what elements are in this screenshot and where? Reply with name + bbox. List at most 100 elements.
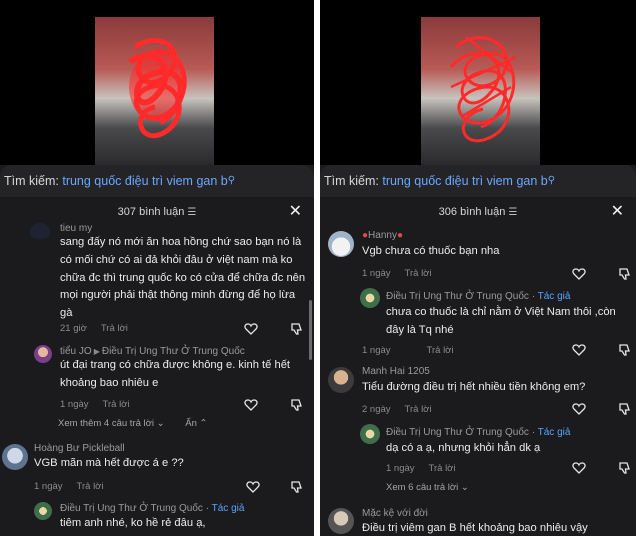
author-name[interactable]: Hanny: [368, 230, 397, 241]
search-label: Tìm kiếm:: [4, 174, 59, 188]
video-area[interactable]: [320, 0, 636, 165]
video-thumbnail: [421, 17, 540, 165]
thumbs-down-icon[interactable]: [290, 480, 304, 494]
search-suggestion-bar[interactable]: Tìm kiếm: trung quốc điệu trì viem gan b…: [320, 165, 636, 197]
comment-meta: 1 ngày Trả lời: [34, 481, 104, 492]
chevron-up-icon: ⌃: [196, 418, 208, 429]
heart-outline-icon[interactable]: [244, 322, 258, 336]
avatar[interactable]: [360, 424, 380, 444]
avatar[interactable]: [328, 367, 354, 393]
heart-outline-icon[interactable]: [244, 398, 258, 412]
comment-time: 1 ngày: [362, 345, 391, 356]
filter-icon[interactable]: ☰: [508, 207, 517, 218]
comments-header: 307 bình luận ☰ ✕: [0, 200, 314, 224]
heart-outline-icon[interactable]: [572, 343, 586, 357]
thumbs-down-icon[interactable]: [290, 398, 304, 412]
avatar[interactable]: [328, 231, 354, 257]
search-query-link[interactable]: trung quốc điệu trì viem gan b: [62, 174, 227, 188]
chevron-down-icon: ⌄: [154, 418, 165, 429]
search-icon[interactable]: ⚲: [228, 175, 235, 186]
search-suggestion-bar[interactable]: Tìm kiếm: trung quốc điệu trì viem gan b…: [0, 165, 314, 197]
comment-text: sang đấy nó mới ăn hoa hồng chứ sao bạn …: [60, 236, 306, 320]
comment-time: 21 giờ: [60, 323, 87, 334]
comment-author[interactable]: Mặc kệ với đời: [362, 508, 428, 519]
avatar[interactable]: [34, 345, 52, 363]
filter-icon[interactable]: ☰: [187, 207, 196, 218]
search-icon[interactable]: ⚲: [548, 175, 555, 186]
reply-button[interactable]: Trả lời: [101, 323, 128, 334]
reply-button[interactable]: Trả lời: [405, 268, 432, 279]
comment-author[interactable]: Manh Hai 1205: [362, 366, 430, 377]
comments-header: 306 bình luận ☰ ✕: [320, 200, 636, 224]
comment-author[interactable]: Điều Trị Ung Thư Ở Trung Quốc · Tác giả: [386, 427, 570, 438]
comment-text: út đại trang có chữa được không e. kinh …: [60, 359, 291, 389]
heart-outline-icon[interactable]: [572, 402, 586, 416]
thumbs-down-icon[interactable]: [618, 267, 632, 281]
red-scribble-redaction: [128, 38, 187, 139]
author-badge: Tác giả: [211, 503, 245, 514]
comment-text: Vgb chưa có thuốc bạn nha: [362, 245, 500, 257]
comment-meta: 1 ngày Trả lời: [60, 399, 130, 410]
reply-button[interactable]: Trả lời: [77, 481, 104, 492]
scrollbar[interactable]: [309, 300, 312, 360]
comment-time: 2 ngày: [362, 404, 391, 415]
comment-time: 1 ngày: [386, 463, 415, 474]
close-icon[interactable]: ✕: [611, 200, 624, 224]
avatar[interactable]: [328, 508, 354, 534]
comment-author[interactable]: ●Hanny●: [362, 230, 403, 241]
view-more-replies[interactable]: Xem thêm 4 câu trả lời ⌄ Ẩn ⌃: [58, 418, 207, 429]
comment-meta: 21 giờ Trả lời: [60, 323, 128, 334]
view-more-label[interactable]: Xem thêm 4 câu trả lời: [58, 418, 154, 429]
reply-arrow-icon: ▶: [93, 347, 100, 356]
comment-meta: 1 ngày Trả lời: [362, 268, 432, 279]
comment-time: 1 ngày: [362, 268, 391, 279]
comment-author[interactable]: tieu my: [60, 223, 92, 234]
reply-button[interactable]: Trả lời: [429, 463, 456, 474]
comment-meta: 2 ngày Trả lời: [362, 404, 432, 415]
author-name[interactable]: Điều Trị Ung Thư Ở Trung Quốc: [60, 503, 203, 514]
comment-text: Điều trị viêm gan B hết khoảng bao nhiêu…: [362, 522, 588, 534]
comment-author[interactable]: tiểu JO ▶ Điều Trị Ung Thư Ở Trung Quốc: [60, 346, 245, 357]
hide-replies-button[interactable]: Ẩn: [185, 418, 197, 429]
reply-button[interactable]: Trả lời: [427, 345, 454, 356]
reply-to-name[interactable]: Điều Trị Ung Thư Ở Trung Quốc: [102, 346, 245, 357]
close-icon[interactable]: ✕: [289, 200, 302, 224]
heart-outline-icon[interactable]: [572, 267, 586, 281]
comment-text: Tiểu đường điều trị hết nhiều tiền không…: [362, 381, 586, 393]
avatar[interactable]: [34, 502, 52, 520]
reply-author-name[interactable]: tiểu JO: [60, 346, 92, 357]
avatar[interactable]: [360, 288, 380, 308]
comment-text: tiêm anh nhé, ko hề rẻ đâu ạ,: [60, 517, 206, 529]
heart-outline-icon[interactable]: [572, 461, 586, 475]
right-screenshot-panel: Tìm kiếm: trung quốc điệu trì viem gan b…: [320, 0, 636, 536]
thumbs-down-icon[interactable]: [618, 461, 632, 475]
thumbs-down-icon[interactable]: [618, 402, 632, 416]
comment-meta: 1 ngày Trả lời: [386, 463, 456, 474]
comment-author[interactable]: Hoàng Bư Pickleball: [34, 443, 125, 454]
comments-count: 307 bình luận: [117, 206, 185, 218]
comment-text: dạ có a ạ, nhưng khỏi hẳn dk ạ: [386, 442, 541, 454]
comment-author[interactable]: Điều Trị Ung Thư Ở Trung Quốc · Tác giả: [386, 291, 570, 302]
thumbs-down-icon[interactable]: [618, 343, 632, 357]
view-more-label[interactable]: Xem 6 câu trả lời: [386, 482, 458, 493]
author-name[interactable]: Điều Trị Ung Thư Ở Trung Quốc: [386, 427, 529, 438]
red-scribble-redaction: [449, 36, 517, 143]
video-thumbnail: [95, 17, 214, 165]
comment-time: 1 ngày: [60, 399, 89, 410]
comment-time: 1 ngày: [34, 481, 63, 492]
avatar[interactable]: [30, 223, 50, 239]
search-query-link[interactable]: trung quốc điệu trì viem gan b: [382, 174, 547, 188]
video-area[interactable]: [0, 0, 314, 165]
thumbs-down-icon[interactable]: [290, 322, 304, 336]
avatar[interactable]: [2, 444, 28, 470]
author-badge: Tác giả: [537, 427, 571, 438]
reply-button[interactable]: Trả lời: [103, 399, 130, 410]
reply-button[interactable]: Trả lời: [405, 404, 432, 415]
heart-outline-icon[interactable]: [246, 480, 260, 494]
author-name[interactable]: Điều Trị Ung Thư Ở Trung Quốc: [386, 291, 529, 302]
view-more-replies[interactable]: Xem 6 câu trả lời ⌄: [386, 482, 469, 493]
comment-meta: 1 ngày Trả lời: [362, 345, 454, 356]
comment-text: chưa co thuốc là chỉ nằm ở Việt Nam thôi…: [386, 306, 616, 336]
comments-count: 306 bình luận: [438, 206, 506, 218]
comment-author[interactable]: Điều Trị Ung Thư Ở Trung Quốc · Tác giả: [60, 503, 244, 514]
